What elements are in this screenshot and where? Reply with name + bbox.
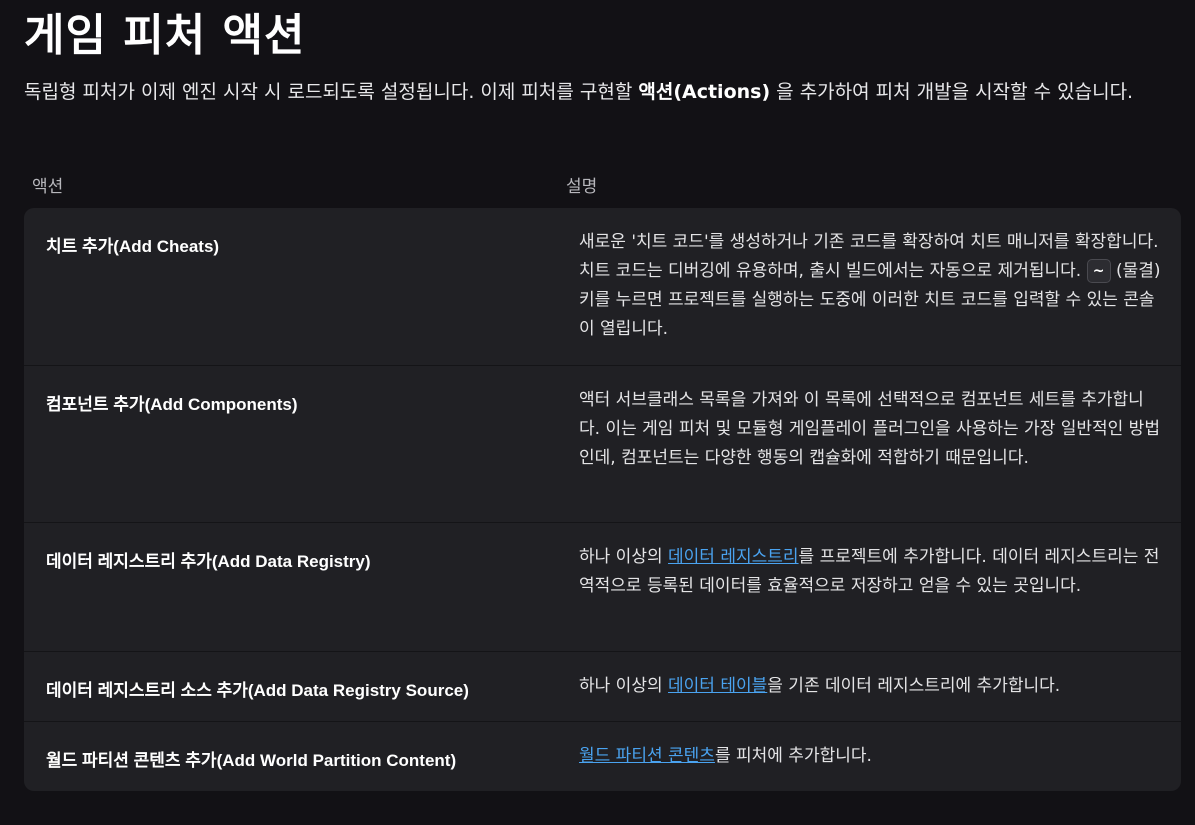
data-registry-link[interactable]: 데이터 레지스트리 — [668, 547, 799, 567]
table-header: 액션 설명 — [24, 168, 1181, 198]
action-name: 데이터 레지스트리 추가(Add Data Registry) — [46, 552, 371, 571]
action-description: 새로운 '치트 코드'를 생성하거나 기존 코드를 확장하여 치트 매니저를 확… — [579, 228, 1164, 344]
intro-text-after: 을 추가하여 피처 개발을 시작할 수 있습니다. — [770, 81, 1134, 103]
description-text: 하나 이상의 — [579, 547, 669, 567]
action-name: 월드 파티션 콘텐츠 추가(Add World Partition Conten… — [46, 751, 457, 770]
table-row: 데이터 레지스트리 소스 추가(Add Data Registry Source… — [24, 651, 1181, 721]
table-row: 컴포넌트 추가(Add Components) 액터 서브클래스 목록을 가져와… — [24, 365, 1181, 522]
header-action: 액션 — [32, 177, 64, 197]
intro-bold-term: 액션(Actions) — [638, 81, 771, 103]
table-row: 데이터 레지스트리 추가(Add Data Registry) 하나 이상의 데… — [24, 522, 1181, 651]
table-row: 치트 추가(Add Cheats) 새로운 '치트 코드'를 생성하거나 기존 … — [24, 208, 1181, 365]
action-description: 월드 파티션 콘텐츠를 피처에 추가합니다. — [579, 742, 1164, 771]
action-name: 컴포넌트 추가(Add Components) — [46, 395, 298, 414]
table-row: 월드 파티션 콘텐츠 추가(Add World Partition Conten… — [24, 721, 1181, 791]
action-description: 하나 이상의 데이터 레지스트리를 프로젝트에 추가합니다. 데이터 레지스트리… — [579, 543, 1164, 601]
header-description: 설명 — [566, 177, 598, 197]
description-text: 을 기존 데이터 레지스트리에 추가합니다. — [767, 676, 1061, 696]
description-text: 를 피처에 추가합니다. — [714, 746, 872, 766]
action-description: 하나 이상의 데이터 테이블을 기존 데이터 레지스트리에 추가합니다. — [579, 672, 1164, 701]
description-text: 새로운 '치트 코드'를 생성하거나 기존 코드를 확장하여 치트 매니저를 확… — [579, 232, 1159, 281]
intro-text-before: 독립형 피처가 이제 엔진 시작 시 로드되도록 설정됩니다. 이제 피처를 구… — [24, 81, 639, 103]
world-partition-content-link[interactable]: 월드 파티션 콘텐츠 — [579, 746, 715, 766]
page: 게임 피처 액션 독립형 피처가 이제 엔진 시작 시 로드되도록 설정됩니다.… — [0, 0, 1195, 825]
action-description: 액터 서브클래스 목록을 가져와 이 목록에 선택적으로 컴포넌트 세트를 추가… — [579, 390, 1160, 468]
action-name: 데이터 레지스트리 소스 추가(Add Data Registry Source… — [46, 681, 469, 700]
actions-table: 치트 추가(Add Cheats) 새로운 '치트 코드'를 생성하거나 기존 … — [24, 208, 1181, 791]
action-name: 치트 추가(Add Cheats) — [46, 237, 220, 256]
data-table-link[interactable]: 데이터 테이블 — [668, 676, 767, 696]
description-text: 하나 이상의 — [579, 676, 669, 696]
tilde-key: ~ — [1086, 259, 1111, 283]
intro-paragraph: 독립형 피처가 이제 엔진 시작 시 로드되도록 설정됩니다. 이제 피처를 구… — [24, 76, 1184, 109]
page-title: 게임 피처 액션 — [24, 10, 306, 61]
